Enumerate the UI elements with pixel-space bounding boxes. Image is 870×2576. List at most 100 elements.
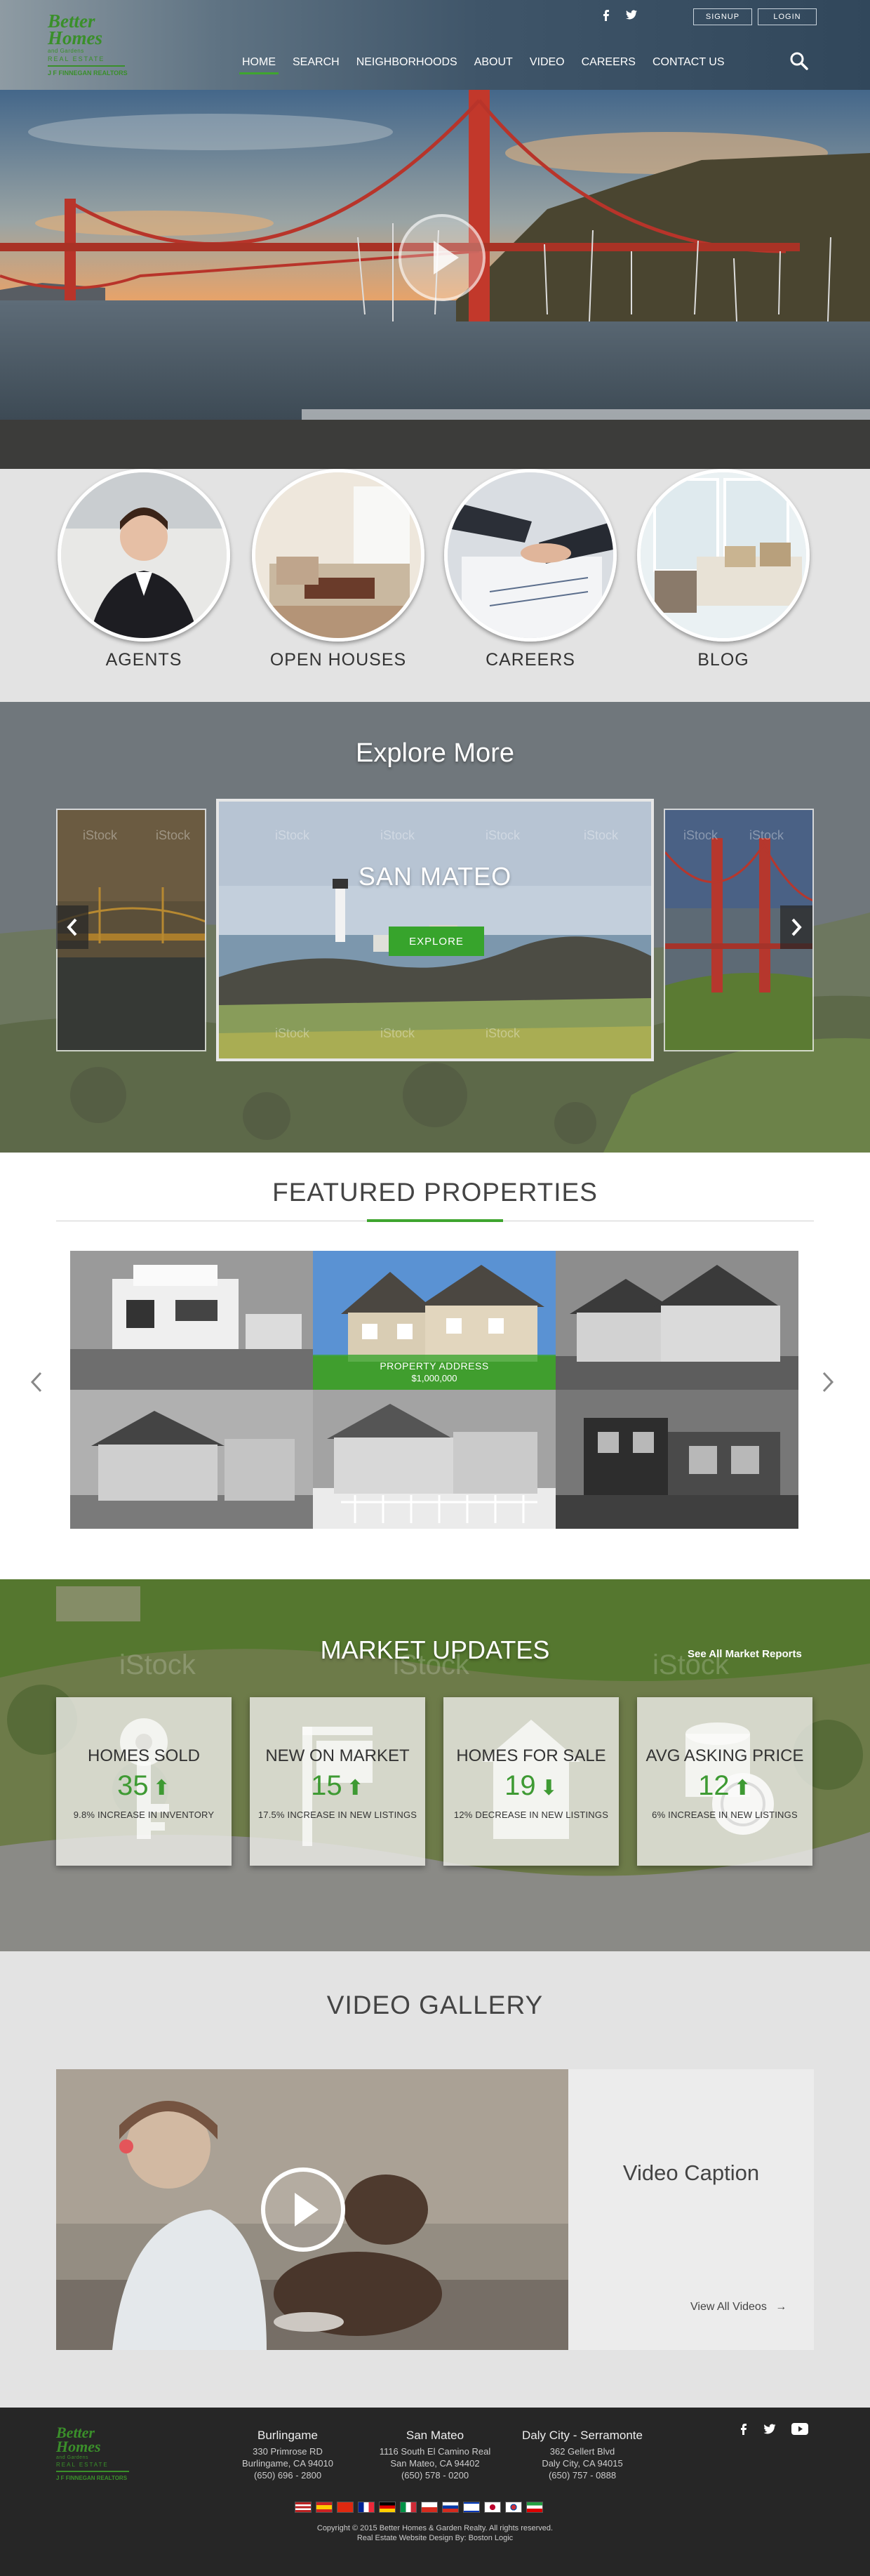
view-all-videos-link[interactable]: View All Videos → — [690, 2301, 787, 2313]
property-card-highlighted[interactable]: PROPERTY ADDRESS $1,000,000 — [313, 1251, 556, 1390]
facebook-icon[interactable] — [740, 2423, 748, 2439]
stat-value: 12 ⬆ — [698, 1770, 751, 1801]
logo-real-estate: REAL ESTATE — [48, 55, 105, 62]
youtube-icon[interactable] — [791, 2423, 808, 2439]
site-footer: Better Homes and Gardens REAL ESTATE J F… — [0, 2408, 870, 2576]
watermark: iStock — [275, 828, 310, 842]
nav-careers[interactable]: CAREERS — [573, 53, 644, 72]
property-card[interactable] — [70, 1390, 313, 1529]
handshake-photo — [444, 469, 617, 642]
featured-next-button[interactable] — [821, 1370, 835, 1400]
main-nav: HOME SEARCH NEIGHBORHOODS ABOUT VIDEO CAREERS… — [234, 53, 733, 74]
property-photo — [556, 1251, 798, 1390]
stat-subtext: 6% INCREASE IN NEW LISTINGS — [652, 1810, 798, 1820]
flag-jp-icon[interactable] — [484, 2502, 501, 2513]
flag-fr-icon[interactable] — [358, 2502, 375, 2513]
video-play-button[interactable] — [261, 2167, 345, 2252]
flag-ir-icon[interactable] — [526, 2502, 543, 2513]
quick-link-agents[interactable]: AGENTS — [56, 469, 232, 670]
quick-link-blog[interactable]: BLOG — [636, 469, 811, 670]
explore-city-title: SAN MATEO — [358, 862, 512, 891]
flag-il-icon[interactable] — [463, 2502, 480, 2513]
featured-properties: FEATURED PROPERTIES PROPERTY ADDRESS $1,… — [0, 1153, 870, 1579]
logo-wordmark: Better Homes — [48, 11, 102, 48]
watermark: iStock — [683, 828, 718, 842]
twitter-icon[interactable] — [626, 10, 637, 24]
video-player[interactable] — [56, 2069, 568, 2350]
search-icon[interactable] — [789, 51, 810, 72]
hero-play-button[interactable] — [399, 214, 486, 301]
twitter-icon[interactable] — [763, 2423, 776, 2439]
explore-card-featured[interactable]: iStock iStock iStock iStock iStock iStoc… — [216, 799, 654, 1061]
chevron-right-icon — [822, 1372, 834, 1393]
flag-cn-icon[interactable] — [337, 2502, 354, 2513]
property-card[interactable] — [556, 1390, 798, 1529]
flag-de-icon[interactable] — [379, 2502, 396, 2513]
stat-card-homes-sold[interactable]: HOMES SOLD 35 ⬆ 9.8% INCREASE IN INVENTOR… — [56, 1697, 232, 1866]
nav-video[interactable]: VIDEO — [521, 53, 573, 72]
watermark: iStock — [486, 1026, 521, 1040]
flag-kr-icon[interactable] — [505, 2502, 522, 2513]
stat-label: HOMES SOLD — [87, 1746, 201, 1765]
stat-label: AVG ASKING PRICE — [645, 1746, 804, 1765]
watermark: iStock — [156, 828, 191, 842]
explore-prev-button[interactable] — [56, 905, 88, 949]
flag-pl-icon[interactable] — [421, 2502, 438, 2513]
stat-card-new-on-market[interactable]: NEW ON MARKET 15 ⬆ 17.5% INCREASE IN NEW … — [250, 1697, 425, 1866]
property-photo — [70, 1390, 313, 1529]
stat-label: NEW ON MARKET — [265, 1746, 410, 1765]
signup-button[interactable]: SIGNUP — [693, 8, 752, 25]
play-icon — [434, 241, 459, 274]
stat-card-avg-asking-price[interactable]: AVG ASKING PRICE 12 ⬆ 6% INCREASE IN NEW … — [637, 1697, 812, 1866]
property-card[interactable] — [556, 1251, 798, 1390]
explore-button[interactable]: EXPLORE — [389, 927, 484, 956]
arrow-down-icon: ⬇ — [540, 1777, 558, 1800]
nav-neighborhoods[interactable]: NEIGHBORHOODS — [348, 53, 466, 72]
logo-sub: and Gardens — [48, 48, 84, 54]
hero-banner — [0, 90, 870, 469]
living-room-photo — [252, 469, 424, 642]
nav-about[interactable]: ABOUT — [466, 53, 521, 72]
quick-link-label: CAREERS — [486, 650, 575, 670]
explore-next-button[interactable] — [780, 905, 812, 949]
quick-link-open-houses[interactable]: OPEN HOUSES — [250, 469, 426, 670]
quick-link-careers[interactable]: CAREERS — [443, 469, 618, 670]
stat-subtext: 17.5% INCREASE IN NEW LISTINGS — [257, 1810, 417, 1820]
facebook-icon[interactable] — [602, 10, 610, 24]
video-caption: Video Caption — [622, 2160, 760, 2185]
copyright: Copyright © 2015 Better Homes & Garden R… — [316, 2524, 554, 2532]
flag-es-icon[interactable] — [316, 2502, 333, 2513]
nav-contact-us[interactable]: CONTACT US — [644, 53, 733, 72]
watermark: iStock — [380, 1026, 415, 1040]
chevron-left-icon — [30, 1372, 42, 1393]
watermark: iStock — [275, 1026, 310, 1040]
flag-us-icon[interactable] — [295, 2502, 312, 2513]
property-card[interactable] — [70, 1251, 313, 1390]
stat-value: 35 ⬆ — [117, 1770, 170, 1801]
stat-subtext: 12% DECREASE IN NEW LISTINGS — [453, 1810, 609, 1820]
property-card[interactable] — [313, 1390, 556, 1529]
section-divider-accent — [367, 1219, 503, 1222]
logo-divider — [48, 65, 125, 67]
property-price: $1,000,000 — [411, 1373, 457, 1383]
stat-card-homes-for-sale[interactable]: HOMES FOR SALE 19 ⬇ 12% DECREASE IN NEW L… — [443, 1697, 619, 1866]
chevron-left-icon — [67, 918, 77, 936]
nav-home[interactable]: HOME — [234, 53, 284, 74]
design-credit[interactable]: Real Estate Website Design By: Boston Lo… — [0, 2534, 870, 2542]
footer-logo[interactable]: Better Homes and Gardens REAL ESTATE J F… — [56, 2425, 140, 2481]
watermark: iStock — [83, 828, 118, 842]
flag-ru-icon[interactable] — [442, 2502, 459, 2513]
featured-prev-button[interactable] — [29, 1370, 44, 1400]
watermark: iStock — [749, 828, 784, 842]
arrow-up-icon: ⬆ — [152, 1777, 170, 1800]
watermark: iStock — [380, 828, 415, 842]
flag-it-icon[interactable] — [400, 2502, 417, 2513]
login-button[interactable]: LOGIN — [758, 8, 817, 25]
play-icon — [295, 2193, 319, 2226]
page: Better Homes and Gardens REAL ESTATE J F… — [0, 0, 870, 2576]
nav-search[interactable]: SEARCH — [284, 53, 348, 72]
video-gallery: VIDEO GALLERY Video Caption View All Vid… — [0, 1951, 870, 2408]
market-reports-link[interactable]: See All Market Reports — [688, 1648, 802, 1660]
video-caption-panel: Video Caption View All Videos → — [568, 2069, 814, 2350]
logo[interactable]: Better Homes and Gardens REAL ESTATE J F… — [48, 11, 139, 83]
